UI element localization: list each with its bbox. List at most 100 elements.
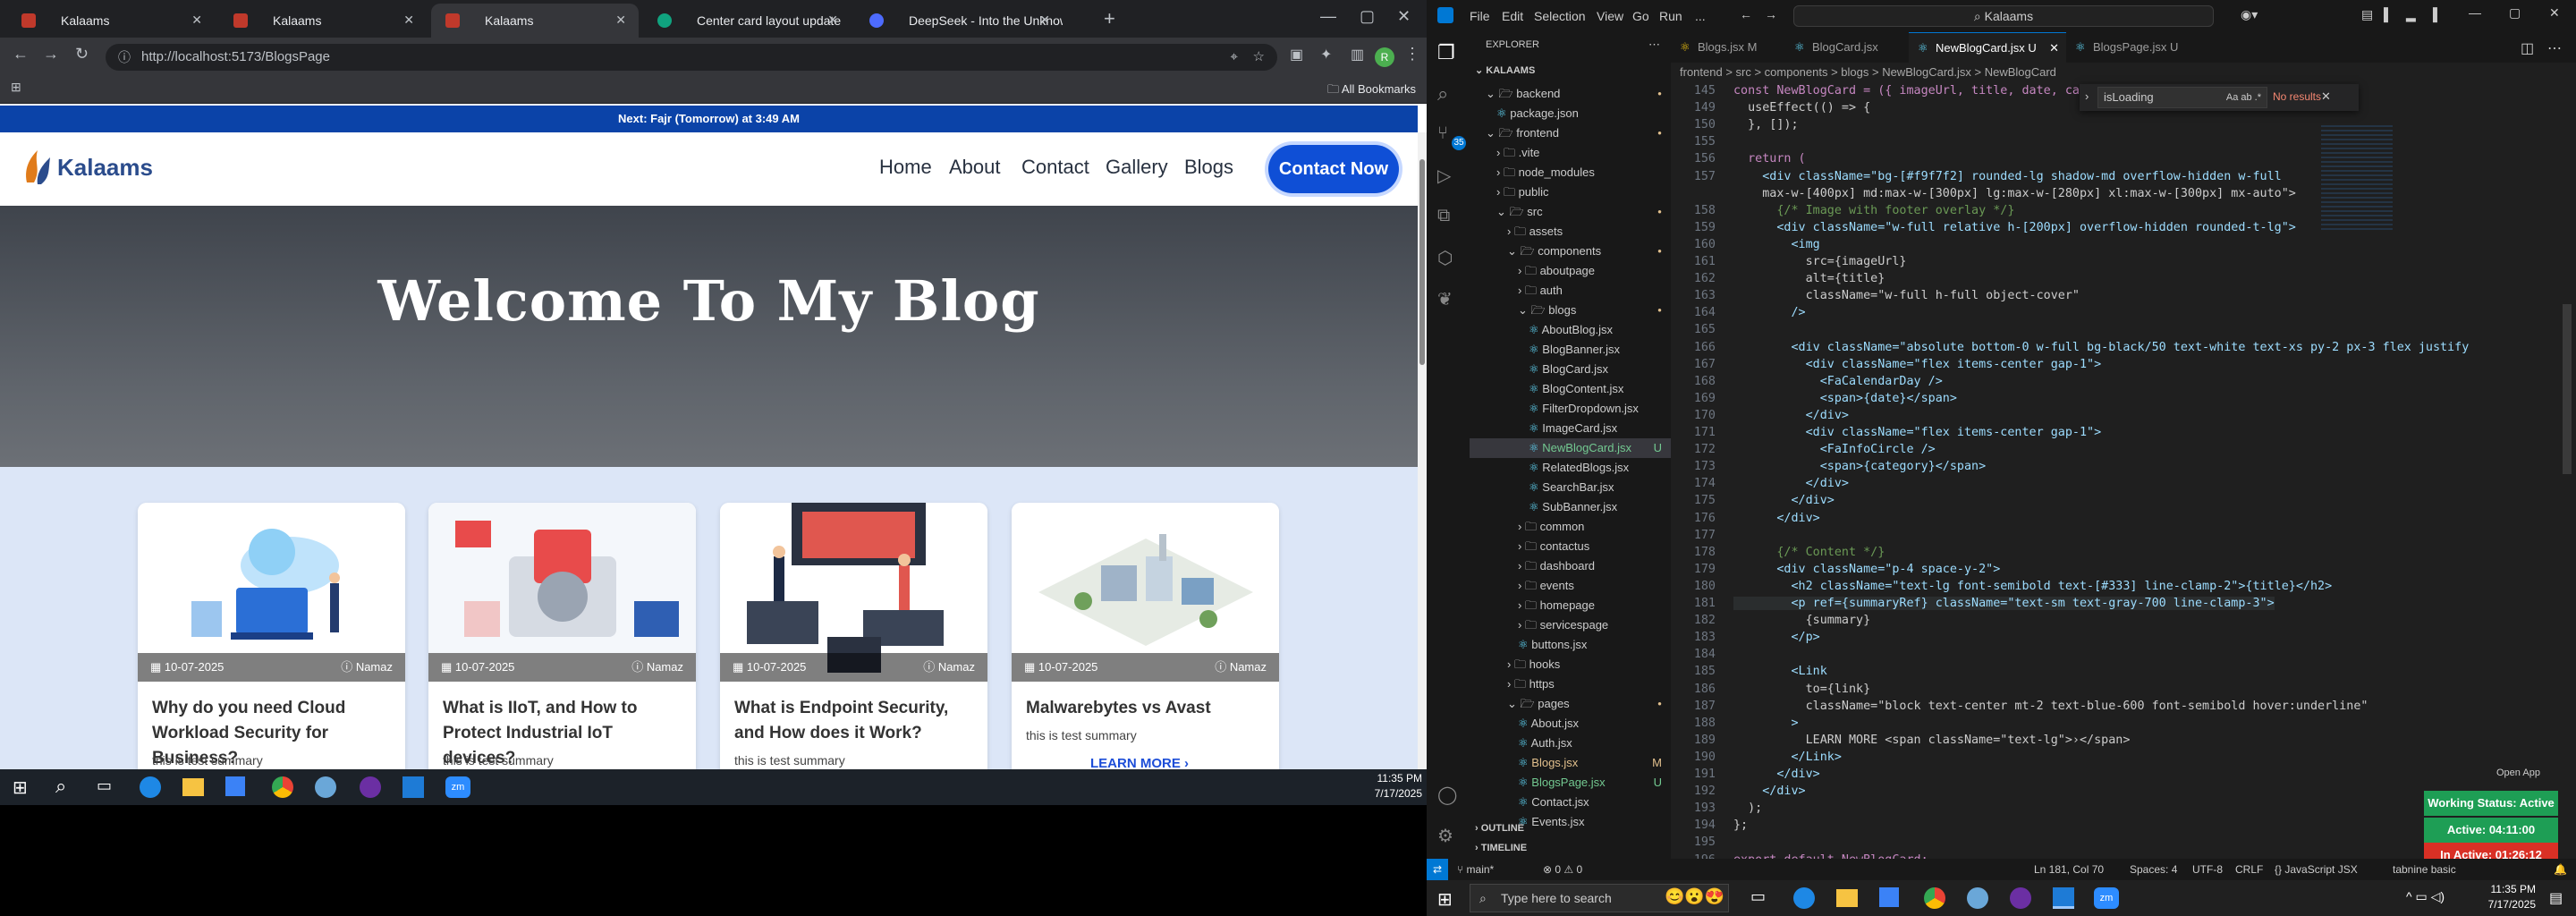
minimap[interactable]: [2321, 125, 2393, 233]
code-line[interactable]: const NewBlogCard = ({ imageUrl, title, …: [1733, 84, 2094, 98]
code-line[interactable]: <div className="flex items-center gap-1"…: [1733, 358, 2102, 371]
tree-item[interactable]: ⚛ NewBlogCard.jsx U: [1470, 438, 1671, 458]
tree-item[interactable]: ⚛ FilterDropdown.jsx: [1470, 399, 1671, 419]
close-icon[interactable]: ✕: [1039, 13, 1050, 28]
leaf-icon[interactable]: ❦: [1437, 288, 1453, 310]
branch-indicator[interactable]: ⑂ main*: [1457, 859, 1494, 880]
system-tray-icons[interactable]: ^ ▭ ◁): [2406, 889, 2445, 904]
tree-item[interactable]: › 🗀 common: [1470, 517, 1671, 537]
tree-item[interactable]: ⚛ BlogBanner.jsx: [1470, 340, 1671, 360]
code-line[interactable]: />: [1733, 306, 1805, 319]
close-icon[interactable]: ✕: [2049, 33, 2059, 64]
editor-scrollbar-thumb[interactable]: [2563, 304, 2572, 474]
all-bookmarks[interactable]: 🗀 All Bookmarks: [1327, 81, 1416, 101]
windows-start-icon[interactable]: ⊞: [13, 776, 28, 799]
remote-icon[interactable]: ⇄: [1427, 859, 1448, 880]
reload-icon[interactable]: ↻: [75, 45, 89, 64]
site-logo[interactable]: Kalaams: [21, 147, 153, 188]
nav-blogs[interactable]: Blogs: [1184, 156, 1233, 179]
tree-item[interactable]: ⚛ SearchBar.jsx: [1470, 478, 1671, 497]
settings-gear-icon[interactable]: ⚙: [1437, 825, 1453, 847]
code-line[interactable]: {/* Content */}: [1733, 546, 1885, 559]
apps-icon[interactable]: ⊞: [11, 80, 21, 95]
tree-item[interactable]: › 🗀 auth: [1470, 281, 1671, 301]
file-explorer-icon[interactable]: [1836, 889, 1858, 907]
site-info-icon[interactable]: ⓘ: [118, 44, 131, 71]
vscode-icon[interactable]: [2053, 887, 2074, 909]
tree-item[interactable]: › 🗀 public: [1470, 182, 1671, 202]
code-line[interactable]: >: [1733, 717, 1798, 730]
command-center-search[interactable]: ⌕ Kalaams: [1793, 5, 2214, 27]
code-line[interactable]: LEARN MORE <span className="text-lg">›</…: [1733, 734, 2131, 747]
search-icon[interactable]: ⌕: [55, 775, 66, 798]
menu-go[interactable]: Go: [1632, 9, 1649, 23]
toggle-sidebar-icon[interactable]: ▌: [2384, 7, 2393, 21]
url-input[interactable]: ⓘ http://localhost:5173/BlogsPage ⌖ ☆: [106, 44, 1277, 71]
vscode-icon[interactable]: [402, 776, 424, 798]
code-line[interactable]: <h2 className="text-lg font-semibold tex…: [1733, 580, 2332, 593]
app-icon[interactable]: [1967, 887, 1988, 909]
copilot-icon[interactable]: ◉▾: [2241, 7, 2258, 22]
nav-home[interactable]: Home: [879, 156, 932, 179]
blog-card[interactable]: ▦ 10-07-2025 ⓘ Namaz Why do you need Clou…: [138, 503, 405, 805]
location-icon[interactable]: ⌖: [1231, 44, 1238, 71]
code-line[interactable]: <Link: [1733, 665, 1826, 678]
tree-item[interactable]: ⌄ 🗁 blogs ●: [1470, 301, 1671, 320]
timeline-section[interactable]: › TIMELINE: [1475, 843, 1527, 853]
nav-about[interactable]: About: [949, 156, 1001, 179]
bell-icon[interactable]: 🔔: [2554, 859, 2567, 880]
tree-item[interactable]: ⚛ Contact.jsx: [1470, 793, 1671, 812]
tree-item[interactable]: ⌄ 🗁 components ●: [1470, 242, 1671, 261]
contact-now-button[interactable]: Contact Now: [1268, 145, 1399, 193]
close-icon[interactable]: ✕: [615, 13, 626, 28]
browser-tab-active[interactable]: Kalaams ✕: [431, 4, 639, 38]
zoom-icon[interactable]: zm: [2094, 887, 2119, 909]
minimize-icon[interactable]: —: [1320, 7, 1336, 26]
account-icon[interactable]: ◯: [1437, 784, 1457, 806]
code-line[interactable]: <img: [1733, 238, 1819, 251]
tree-item[interactable]: ⚛ AboutBlog.jsx: [1470, 320, 1671, 340]
code-line[interactable]: }, []);: [1733, 118, 1798, 131]
avatar[interactable]: R: [1375, 47, 1394, 67]
layout-icon[interactable]: ▤: [2361, 7, 2373, 22]
tree-item[interactable]: › 🗀 contactus: [1470, 537, 1671, 556]
outline-section[interactable]: › OUTLINE: [1475, 823, 1524, 834]
code-line[interactable]: alt={title}: [1733, 272, 1885, 285]
task-view-icon[interactable]: ▭: [97, 776, 112, 795]
run-debug-icon[interactable]: ▷: [1437, 165, 1451, 187]
page-scrollbar[interactable]: [1418, 132, 1427, 805]
windows-start-icon[interactable]: ⊞: [1437, 888, 1453, 911]
remote-icon[interactable]: ⬡: [1437, 247, 1453, 269]
explorer-icon[interactable]: ❐: [1437, 41, 1455, 64]
browser-tab[interactable]: Kalaams ✕: [7, 4, 215, 38]
blog-card[interactable]: ▦ 10-07-2025 ⓘ Namaz What is Endpoint Sec…: [720, 503, 987, 805]
code-line[interactable]: src={imageUrl}: [1733, 255, 1907, 268]
new-tab-icon[interactable]: +: [1104, 7, 1115, 30]
editor-tab[interactable]: ⚛ BlogCard.jsx: [1785, 32, 1909, 63]
tree-item[interactable]: ⚛ BlogsPage.jsx U: [1470, 773, 1671, 793]
tree-item[interactable]: › 🗀 .vite: [1470, 143, 1671, 163]
maximize-icon[interactable]: ▢: [2509, 5, 2521, 21]
close-window-icon[interactable]: ✕: [1397, 7, 1411, 26]
maximize-icon[interactable]: ▢: [1360, 7, 1375, 26]
problems-indicator[interactable]: ⊗ 0 ⚠ 0: [1543, 859, 1582, 880]
code-line[interactable]: <span>{category}</span>: [1733, 460, 1986, 473]
code-line[interactable]: to={link}: [1733, 683, 1871, 696]
store-icon[interactable]: [225, 776, 245, 796]
encoding[interactable]: UTF-8: [2192, 859, 2223, 880]
puzzle-icon[interactable]: ✦: [1320, 46, 1332, 64]
code-line[interactable]: className="w-full h-full object-cover": [1733, 289, 2080, 302]
close-icon[interactable]: ✕: [403, 13, 414, 28]
nav-gallery[interactable]: Gallery: [1106, 156, 1168, 179]
task-view-icon[interactable]: ▭: [1750, 887, 1766, 906]
editor-tab-active[interactable]: ⚛ NewBlogCard.jsx U ✕: [1909, 32, 2066, 63]
browser-tab[interactable]: Center card layout update ✕: [643, 4, 851, 38]
code-line[interactable]: <FaCalendarDay />: [1733, 375, 1943, 388]
extension-icon[interactable]: ▣: [1290, 46, 1303, 64]
tree-item[interactable]: ⚛ BlogCard.jsx: [1470, 360, 1671, 379]
code-line[interactable]: max-w-[400px] md:max-w-[300px] lg:max-w-…: [1733, 187, 2296, 200]
indentation[interactable]: Spaces: 4: [2130, 859, 2177, 880]
tree-item[interactable]: ⚛ RelatedBlogs.jsx: [1470, 458, 1671, 478]
workspace-root[interactable]: ⌄ KALAAMS: [1475, 64, 1535, 76]
menu-run[interactable]: Run: [1659, 9, 1682, 23]
